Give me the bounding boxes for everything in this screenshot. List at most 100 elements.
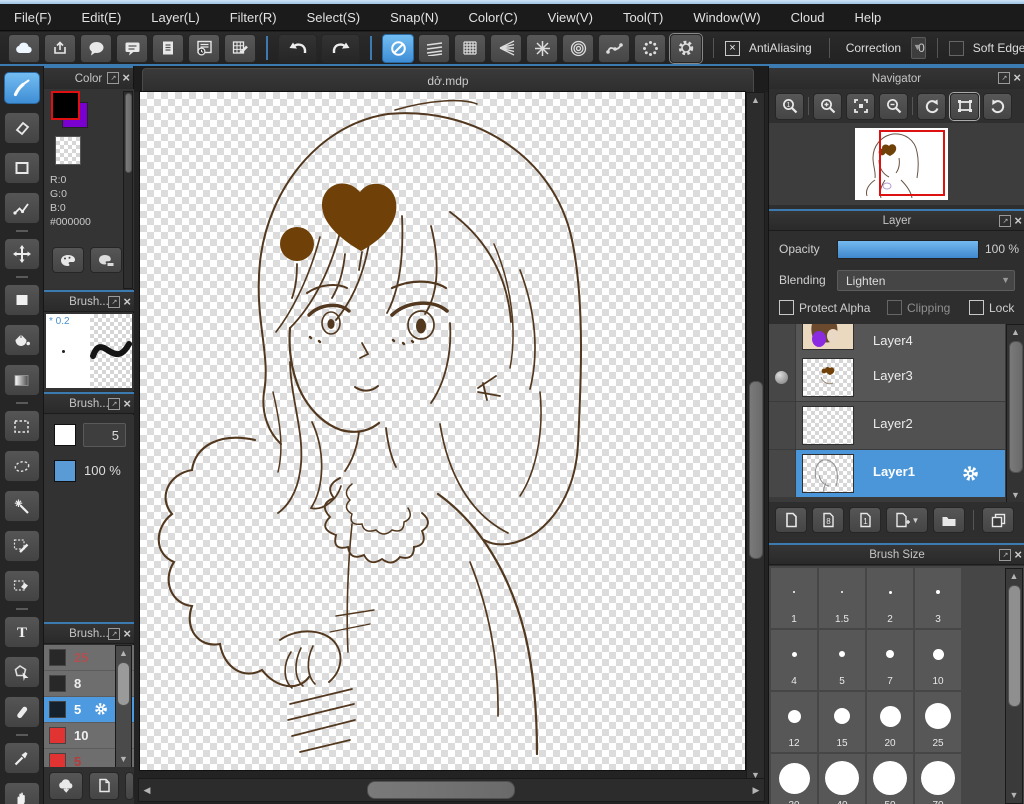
close-icon[interactable]: × [1014, 214, 1022, 227]
close-icon[interactable]: × [122, 71, 130, 84]
add-1bit-layer-button[interactable]: 1 [849, 507, 881, 533]
menu-cloud[interactable]: Cloud [791, 10, 825, 25]
close-icon[interactable]: × [123, 397, 131, 410]
gradient-tool[interactable] [3, 364, 40, 396]
navigator-viewport-rect[interactable] [879, 130, 945, 196]
brush-size-option[interactable]: 50 [867, 754, 913, 804]
brush-size-option[interactable]: 12 [771, 692, 817, 752]
layer-visibility-cell[interactable] [769, 324, 796, 354]
figure-tool[interactable] [3, 152, 40, 184]
snap-grid-button[interactable] [454, 33, 486, 63]
brush-size-option[interactable]: 4 [771, 630, 817, 690]
close-icon[interactable]: × [1013, 71, 1021, 84]
scroll-up-icon[interactable]: ▲ [1007, 325, 1024, 339]
add-brush-button[interactable] [89, 771, 119, 800]
snap-settings-button[interactable] [670, 33, 702, 63]
menu-help[interactable]: Help [855, 10, 882, 25]
document-tab[interactable]: dở.mdp [142, 68, 754, 92]
add-8bit-layer-button[interactable]: 8 [812, 507, 844, 533]
add-layer-button[interactable] [775, 507, 807, 533]
brush-size-option[interactable]: 20 [867, 692, 913, 752]
knife-tool[interactable] [3, 696, 40, 728]
bucket-tool[interactable] [3, 324, 40, 356]
palette-button[interactable] [52, 247, 84, 273]
brush-size-option[interactable]: 1.5 [819, 568, 865, 628]
blending-dropdown[interactable]: Lighten ▼ [837, 270, 1015, 291]
brush-tool[interactable] [3, 72, 40, 104]
scroll-up-icon[interactable]: ▲ [1006, 569, 1022, 583]
fill-rect-tool[interactable] [3, 284, 40, 316]
popout-icon[interactable]: ↗ [999, 215, 1012, 227]
scroll-down-icon[interactable]: ▼ [1006, 788, 1022, 802]
redo-button[interactable] [321, 33, 360, 63]
brush-size-option[interactable]: 40 [819, 754, 865, 804]
message-button[interactable] [116, 33, 148, 63]
popout-icon[interactable]: ↗ [999, 549, 1012, 561]
canvas[interactable] [140, 92, 745, 770]
clipping-checkbox[interactable] [887, 300, 902, 315]
close-icon[interactable]: × [123, 627, 131, 640]
popout-icon[interactable]: ↗ [108, 296, 121, 308]
soft-edge-checkbox[interactable] [948, 40, 964, 56]
brush-size-option[interactable]: 25 [915, 692, 961, 752]
menu-file[interactable]: File(F) [14, 10, 52, 25]
palette-add-button[interactable] [90, 247, 122, 273]
eyedropper-tool[interactable] [3, 742, 40, 774]
scroll-up-icon[interactable]: ▲ [747, 93, 764, 107]
menu-snap[interactable]: Snap(N) [390, 10, 438, 25]
fit-screen-button[interactable] [846, 92, 875, 120]
popout-icon[interactable]: ↗ [998, 72, 1011, 84]
select-pen-tool[interactable] [3, 530, 40, 562]
material-edit-button[interactable] [224, 33, 256, 63]
new-folder-button[interactable] [933, 507, 965, 533]
menu-edit[interactable]: Edit(E) [82, 10, 122, 25]
snap-vanishing-button[interactable] [490, 33, 522, 63]
protect-alpha-checkbox-group[interactable]: Protect Alpha [779, 300, 870, 315]
brush-size-option[interactable]: 30 [771, 754, 817, 804]
duplicate-layer-button[interactable] [982, 507, 1014, 533]
download-brush-button[interactable] [49, 771, 83, 800]
layer-visibility-cell[interactable] [769, 402, 796, 449]
canvas-hscrollbar[interactable]: ◀ ▶ [138, 778, 765, 802]
scroll-down-icon[interactable]: ▼ [116, 752, 131, 766]
popout-icon[interactable]: ↗ [108, 628, 121, 640]
zoom-out-button[interactable] [879, 92, 908, 120]
operation-tool[interactable] [3, 656, 40, 688]
history-button[interactable] [188, 33, 220, 63]
publish-button[interactable] [44, 33, 76, 63]
reset-rotation-button[interactable] [950, 92, 979, 120]
snap-concentric-button[interactable] [562, 33, 594, 63]
foreground-color-swatch[interactable] [51, 91, 80, 120]
menu-color[interactable]: Color(C) [469, 10, 518, 25]
color-panel-scrollbar[interactable] [123, 91, 133, 289]
scroll-right-icon[interactable]: ▶ [750, 779, 762, 801]
undo-button[interactable] [278, 33, 317, 63]
menu-view[interactable]: View(V) [548, 10, 593, 25]
popout-icon[interactable]: ↗ [107, 72, 120, 84]
clipping-checkbox-group[interactable]: Clipping [887, 300, 950, 315]
polyline-tool[interactable] [3, 192, 40, 224]
select-rect-tool[interactable] [3, 410, 40, 442]
zoom-in-button[interactable] [813, 92, 842, 120]
brush-size-option[interactable]: 5 [819, 630, 865, 690]
brush-size-option[interactable]: 10 [915, 630, 961, 690]
brush-size-option[interactable]: 2 [867, 568, 913, 628]
snap-radial-button[interactable] [526, 33, 558, 63]
snap-ellipse-button[interactable] [634, 33, 666, 63]
select-eraser-tool[interactable] [3, 570, 40, 602]
brush-size-option[interactable]: 1 [771, 568, 817, 628]
document-button[interactable] [152, 33, 184, 63]
text-tool[interactable]: T [3, 616, 40, 648]
rotate-ccw-button[interactable] [917, 92, 946, 120]
lasso-tool[interactable] [3, 450, 40, 482]
eraser-tool[interactable] [3, 112, 40, 144]
brush-size-option[interactable]: 70 [915, 754, 961, 804]
menu-window[interactable]: Window(W) [693, 10, 760, 25]
cloud-button[interactable] [8, 33, 40, 63]
brush-footer-more-button[interactable] [125, 771, 134, 800]
opacity-slider[interactable] [837, 240, 979, 259]
transparent-color-swatch[interactable] [56, 137, 80, 164]
brush-list-scrollbar[interactable]: ▲ ▼ [115, 645, 132, 767]
zoom-actual-button[interactable]: 1 [775, 92, 804, 120]
canvas-vscrollbar[interactable]: ▲ ▼ [746, 92, 765, 784]
